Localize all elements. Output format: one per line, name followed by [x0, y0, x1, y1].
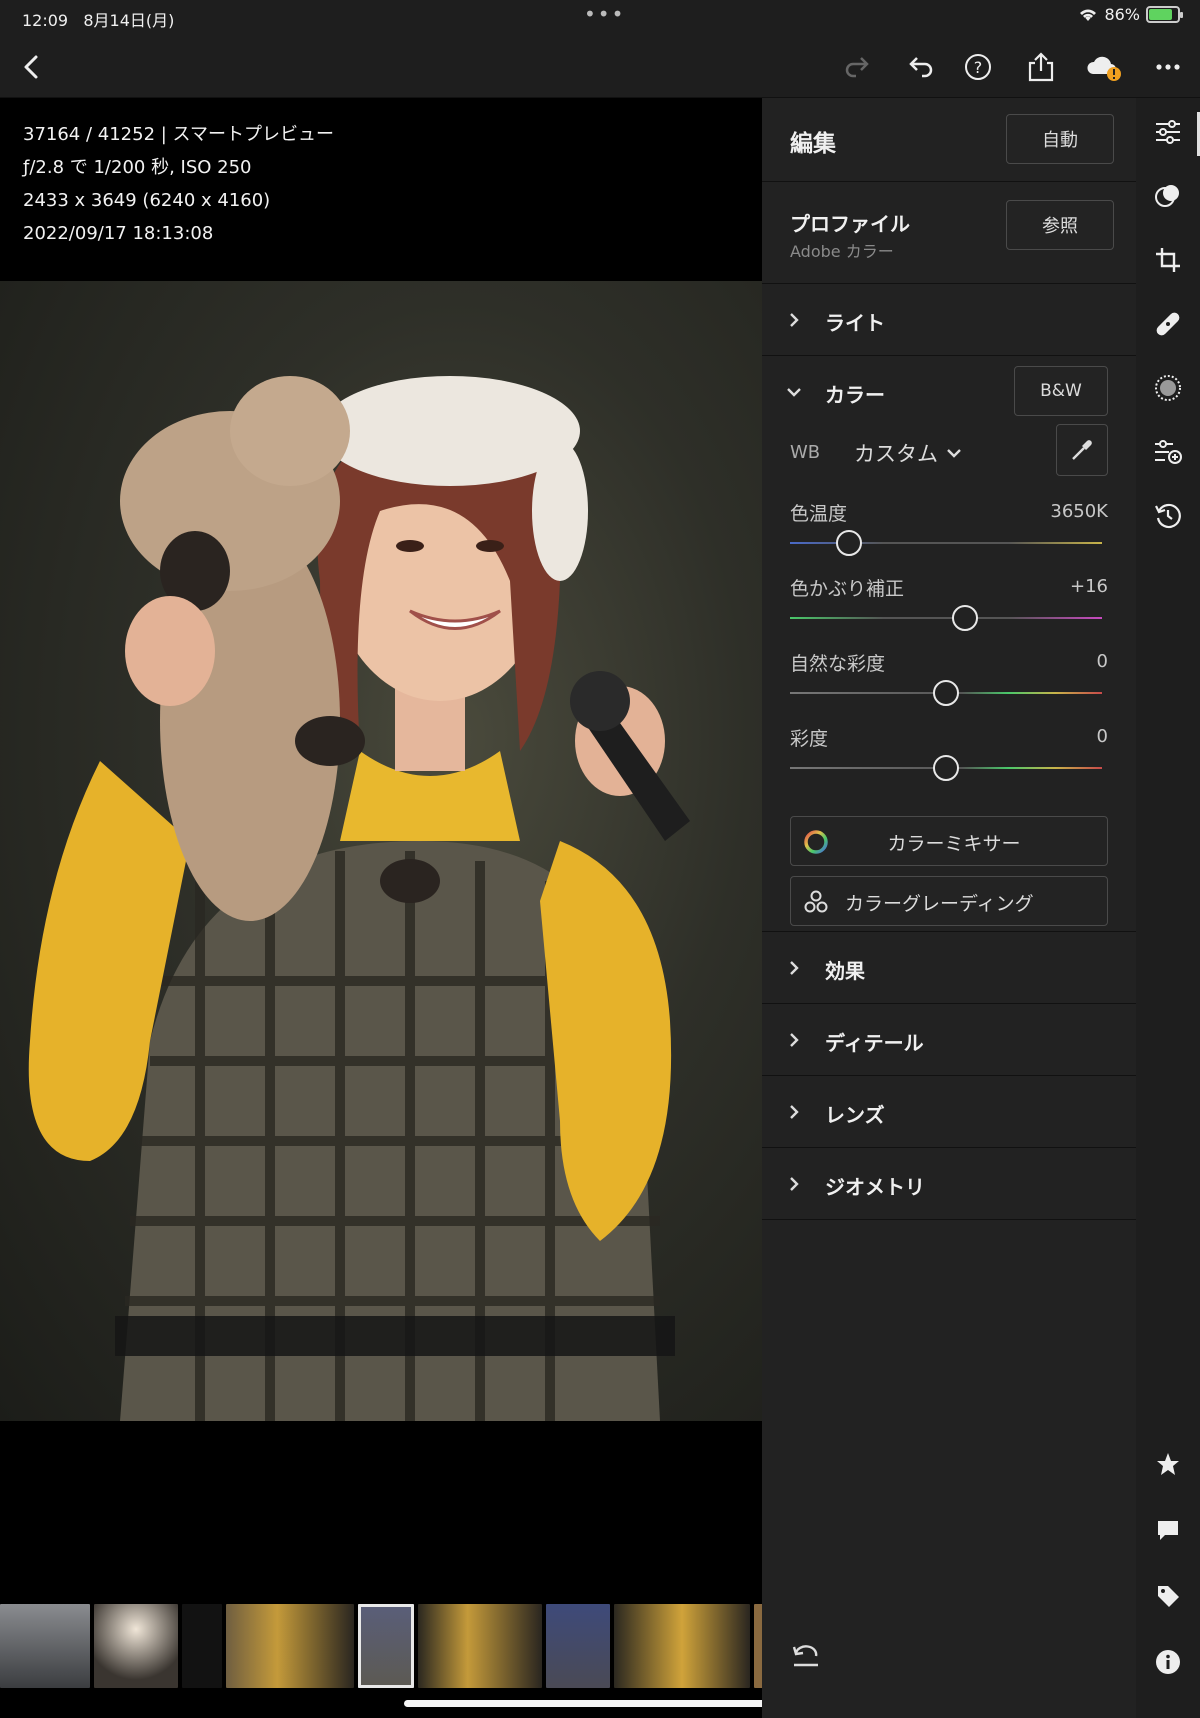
photo-info: 37164 / 41252 | スマートプレビュー ƒ/2.8 で 1/200 …	[23, 118, 334, 250]
undo-icon[interactable]	[900, 47, 940, 87]
home-indicator[interactable]	[404, 1700, 796, 1707]
edit-sliders-icon[interactable]	[1148, 112, 1188, 152]
filmstrip[interactable]	[0, 1604, 778, 1692]
photo-index: 37164 / 41252 | スマートプレビュー	[23, 124, 334, 145]
filmstrip-thumb-selected[interactable]	[358, 1604, 414, 1688]
chevron-down-icon[interactable]	[784, 382, 804, 402]
more-icon[interactable]	[1148, 47, 1188, 87]
eyedropper-button[interactable]	[1056, 424, 1108, 476]
lens-section-header[interactable]: レンズ	[762, 1076, 1136, 1148]
chevron-down-icon	[947, 449, 961, 458]
wb-select[interactable]: カスタム	[854, 438, 962, 468]
star-icon[interactable]	[1148, 1444, 1188, 1484]
healing-icon[interactable]	[1148, 304, 1188, 344]
status-time: 12:09 8月14日(月)	[22, 11, 175, 30]
light-title: ライト	[825, 311, 885, 335]
chevron-right-icon	[784, 310, 804, 330]
slider-value: 0	[1096, 726, 1108, 747]
info-icon[interactable]	[1148, 1642, 1188, 1682]
lens-title: レンズ	[825, 1103, 885, 1127]
filmstrip-thumb[interactable]	[0, 1604, 90, 1688]
slider-knob[interactable]	[933, 680, 959, 706]
main-photo[interactable]	[0, 281, 762, 1421]
geometry-section-header[interactable]: ジオメトリ	[762, 1148, 1136, 1220]
cloud-warning-icon[interactable]	[1083, 47, 1123, 87]
slider-knob[interactable]	[933, 755, 959, 781]
slider-knob[interactable]	[951, 605, 978, 631]
battery-icon	[1146, 6, 1183, 23]
color-grading-label: カラーグレーディング	[845, 893, 1034, 915]
profile-subtitle: Adobe カラー	[790, 242, 894, 261]
photo-viewer[interactable]: 37164 / 41252 | スマートプレビュー ƒ/2.8 で 1/200 …	[0, 98, 762, 1600]
browse-profile-button[interactable]: 参照	[1006, 200, 1114, 250]
auto-button[interactable]: 自動	[1006, 114, 1114, 164]
color-mixer-button[interactable]: カラーミキサー	[790, 816, 1108, 866]
photo-datetime: 2022/09/17 18:13:08	[23, 223, 214, 244]
edit-header: 編集 自動	[762, 98, 1136, 182]
wb-label: WB	[790, 442, 821, 463]
light-section-header[interactable]: ライト	[762, 284, 1136, 356]
slider-track[interactable]	[790, 617, 1102, 619]
reset-icon[interactable]	[788, 1638, 824, 1674]
slider-value: +16	[1070, 576, 1108, 597]
filmstrip-thumb[interactable]	[614, 1604, 750, 1688]
slider-value: 0	[1096, 651, 1108, 672]
top-toolbar: ?	[0, 36, 1200, 98]
redo-icon[interactable]	[838, 47, 878, 87]
photo-dimensions: 2433 x 3649 (6240 x 4160)	[23, 190, 271, 211]
status-right: 86%	[1078, 5, 1183, 24]
profile-section: プロファイル Adobe カラー 参照	[762, 182, 1136, 284]
color-mixer-label: カラーミキサー	[887, 833, 1021, 855]
geometry-title: ジオメトリ	[825, 1175, 925, 1199]
slider-label: 色かぶり補正	[790, 578, 905, 600]
detail-section-header[interactable]: ディテール	[762, 1004, 1136, 1076]
chevron-right-icon	[784, 1102, 804, 1122]
photo-exposure: ƒ/2.8 で 1/200 秒, ISO 250	[23, 157, 252, 178]
detail-title: ディテール	[825, 1031, 924, 1055]
tag-icon[interactable]	[1148, 1576, 1188, 1616]
edit-title: 編集	[790, 131, 836, 157]
status-bar: 12:09 8月14日(月) ••• 86%	[0, 0, 1200, 36]
chevron-right-icon	[784, 1174, 804, 1194]
edit-panel: 編集 自動 プロファイル Adobe カラー 参照 ライト カラー B&W WB…	[762, 98, 1136, 1718]
filmstrip-thumb[interactable]	[94, 1604, 178, 1688]
filmstrip-thumb[interactable]	[226, 1604, 354, 1688]
filmstrip-thumb[interactable]	[182, 1604, 222, 1688]
back-icon[interactable]	[12, 47, 52, 87]
color-title: カラー	[825, 383, 885, 407]
comment-icon[interactable]	[1148, 1510, 1188, 1550]
battery-percent: 86%	[1104, 5, 1140, 24]
slider-knob[interactable]	[836, 530, 863, 556]
profile-title: プロファイル	[790, 212, 910, 236]
slider-label: 彩度	[790, 728, 829, 750]
bw-button[interactable]: B&W	[1014, 366, 1108, 416]
presets-icon[interactable]	[1148, 176, 1188, 216]
help-icon[interactable]: ?	[958, 47, 998, 87]
svg-text:?: ?	[974, 58, 983, 77]
history-icon[interactable]	[1148, 496, 1188, 536]
crop-icon[interactable]	[1148, 240, 1188, 280]
multitask-dots-icon[interactable]: •••	[584, 2, 625, 26]
color-grading-icon	[804, 890, 828, 913]
slider-label: 自然な彩度	[790, 653, 886, 675]
chevron-right-icon	[784, 1030, 804, 1050]
filmstrip-thumb[interactable]	[546, 1604, 610, 1688]
color-grading-button[interactable]: カラーグレーディング	[790, 876, 1108, 926]
effects-title: 効果	[825, 959, 865, 983]
share-icon[interactable]	[1021, 47, 1061, 87]
main-photo-illustration	[28, 376, 690, 1421]
chevron-right-icon	[784, 958, 804, 978]
wifi-icon	[1080, 9, 1097, 21]
eyedropper-icon	[1072, 440, 1092, 460]
versions-icon[interactable]	[1148, 432, 1188, 472]
slider-label: 色温度	[790, 503, 848, 525]
slider-value: 3650K	[1050, 501, 1108, 522]
color-section: カラー B&W WB カスタム 色温度 3650K 色かぶり補正 +16 自然な…	[762, 356, 1136, 932]
effects-section-header[interactable]: 効果	[762, 932, 1136, 1004]
filmstrip-thumb[interactable]	[418, 1604, 542, 1688]
tool-rail	[1136, 98, 1200, 1718]
masking-icon[interactable]	[1148, 368, 1188, 408]
